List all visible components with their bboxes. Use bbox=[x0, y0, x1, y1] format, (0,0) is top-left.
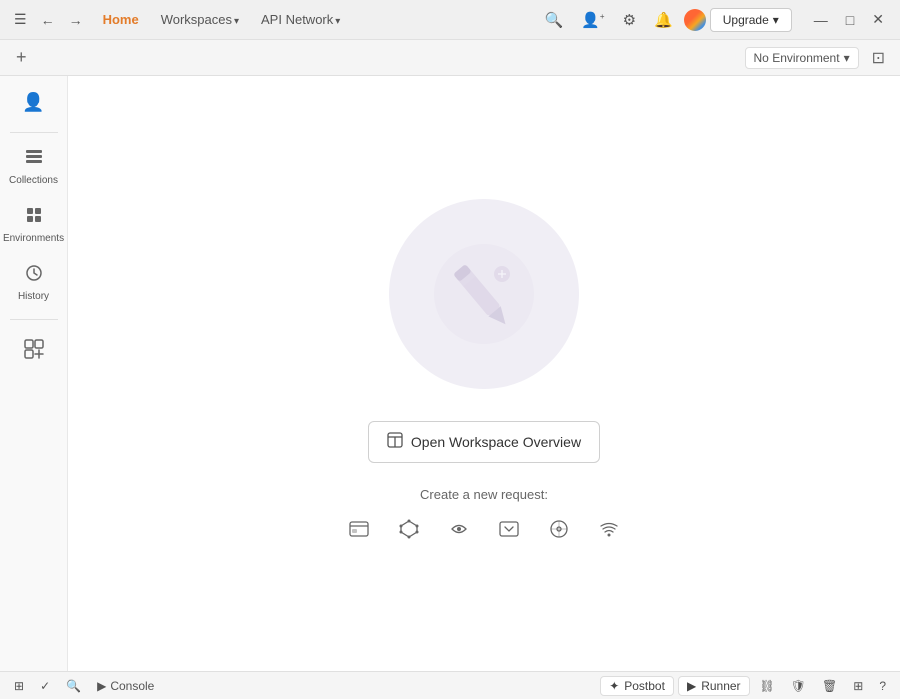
back-button[interactable]: ← bbox=[35, 8, 61, 32]
environments-label: Environments bbox=[3, 233, 64, 245]
new-grpc-request-button[interactable] bbox=[442, 514, 476, 549]
tabsbar: + No Environment ▾ ⊡ bbox=[0, 40, 900, 76]
settings-button[interactable]: ⚙ bbox=[616, 7, 643, 33]
titlebar: ☰ ← → Home Workspaces▾ API Network▾ 🔍 👤+… bbox=[0, 0, 900, 40]
new-websocket-request-button[interactable] bbox=[492, 514, 526, 549]
close-button[interactable]: ✕ bbox=[864, 7, 892, 32]
sidebar: 👤 Collections Environ bbox=[0, 76, 68, 671]
add-tab-button[interactable]: + bbox=[8, 45, 35, 70]
bottom-grid-button[interactable]: ⊞ bbox=[8, 677, 30, 695]
bottom-right: ✦ Postbot ▶ Runner ⛓ 🛡 🗑 ⊞ ? bbox=[600, 676, 892, 696]
workspaces-nav-item[interactable]: Workspaces▾ bbox=[153, 8, 247, 31]
create-request-label: Create a new request: bbox=[420, 487, 548, 502]
environments-icon bbox=[24, 205, 44, 230]
bottombar: ⊞ ✓ 🔍 ▶ Console ✦ Postbot ▶ Runner ⛓ 🛡 🗑… bbox=[0, 671, 900, 699]
help-button[interactable]: ? bbox=[873, 677, 892, 695]
postbot-label: Postbot bbox=[624, 679, 665, 693]
link-button[interactable]: ⛓ bbox=[754, 677, 781, 695]
open-workspace-button[interactable]: Open Workspace Overview bbox=[368, 421, 600, 463]
upgrade-button[interactable]: Upgrade ▾ bbox=[710, 8, 792, 32]
invite-button[interactable]: 👤+ bbox=[574, 7, 611, 33]
workspaces-chevron: ▾ bbox=[234, 16, 239, 27]
content-area: Open Workspace Overview Create a new req… bbox=[68, 76, 900, 671]
runner-label: Runner bbox=[701, 679, 740, 693]
workspace-overview-icon bbox=[387, 432, 403, 452]
history-icon bbox=[24, 263, 44, 288]
bottom-check-button[interactable]: ✓ bbox=[34, 677, 56, 695]
search-button[interactable]: 🔍 bbox=[538, 7, 571, 33]
minimize-button[interactable]: — bbox=[806, 8, 836, 32]
sidebar-item-history[interactable]: History bbox=[4, 255, 64, 311]
runner-icon: ▶ bbox=[687, 679, 696, 693]
env-selector-label: No Environment bbox=[754, 51, 840, 65]
new-socketio-request-button[interactable] bbox=[542, 514, 576, 549]
open-workspace-label: Open Workspace Overview bbox=[411, 434, 581, 450]
new-mqtt-request-button[interactable] bbox=[592, 514, 626, 549]
sidebar-divider-1 bbox=[10, 132, 58, 133]
sidebar-divider-2 bbox=[10, 319, 58, 320]
forward-button[interactable]: → bbox=[63, 8, 89, 32]
sidebar-item-account[interactable]: 👤 bbox=[4, 84, 64, 124]
runner-button[interactable]: ▶ Runner bbox=[678, 676, 750, 696]
titlebar-icons: 🔍 👤+ ⚙ 🔔 Upgrade ▾ bbox=[538, 7, 792, 33]
bell-button[interactable]: 🔔 bbox=[647, 7, 680, 33]
trash-button[interactable]: 🗑 bbox=[816, 677, 843, 695]
titlebar-left: ☰ ← → Home Workspaces▾ API Network▾ bbox=[8, 7, 532, 32]
nav-controls: ☰ ← → bbox=[8, 7, 89, 32]
sidebar-item-environments[interactable]: Environments bbox=[4, 197, 64, 253]
maximize-button[interactable]: □ bbox=[838, 8, 862, 32]
main-area: 👤 Collections Environ bbox=[0, 76, 900, 671]
layout-button[interactable]: ⊡ bbox=[865, 44, 892, 72]
home-nav-item[interactable]: Home bbox=[95, 8, 147, 31]
api-network-nav-item[interactable]: API Network▾ bbox=[253, 8, 348, 31]
console-label: Console bbox=[110, 679, 154, 693]
env-selector[interactable]: No Environment ▾ bbox=[745, 47, 859, 69]
postbot-button[interactable]: ✦ Postbot bbox=[600, 676, 674, 696]
postman-logo bbox=[684, 9, 706, 31]
new-http-request-button[interactable] bbox=[342, 514, 376, 549]
create-request-section: Create a new request: bbox=[342, 487, 626, 549]
new-graphql-request-button[interactable] bbox=[392, 514, 426, 549]
collections-icon bbox=[24, 147, 44, 172]
bottom-search-button[interactable]: 🔍 bbox=[60, 677, 87, 695]
hamburger-button[interactable]: ☰ bbox=[8, 7, 33, 32]
shield-button[interactable]: 🛡 bbox=[785, 677, 812, 695]
create-request-icons bbox=[342, 514, 626, 549]
grid-settings-button[interactable]: ⊞ bbox=[847, 677, 869, 695]
console-icon: ▶ bbox=[97, 679, 106, 693]
console-button[interactable]: ▶ Console bbox=[91, 677, 160, 695]
account-icon: 👤 bbox=[22, 92, 44, 113]
empty-state-illustration bbox=[389, 199, 579, 389]
env-chevron-icon: ▾ bbox=[844, 51, 850, 65]
window-controls: — □ ✕ bbox=[806, 7, 892, 32]
upgrade-chevron: ▾ bbox=[773, 13, 779, 27]
api-network-chevron: ▾ bbox=[335, 16, 340, 27]
postbot-icon: ✦ bbox=[609, 679, 619, 693]
sidebar-grid-add-button[interactable] bbox=[4, 330, 64, 368]
collections-label: Collections bbox=[9, 175, 58, 187]
sidebar-item-collections[interactable]: Collections bbox=[4, 139, 64, 195]
history-label: History bbox=[18, 291, 49, 303]
